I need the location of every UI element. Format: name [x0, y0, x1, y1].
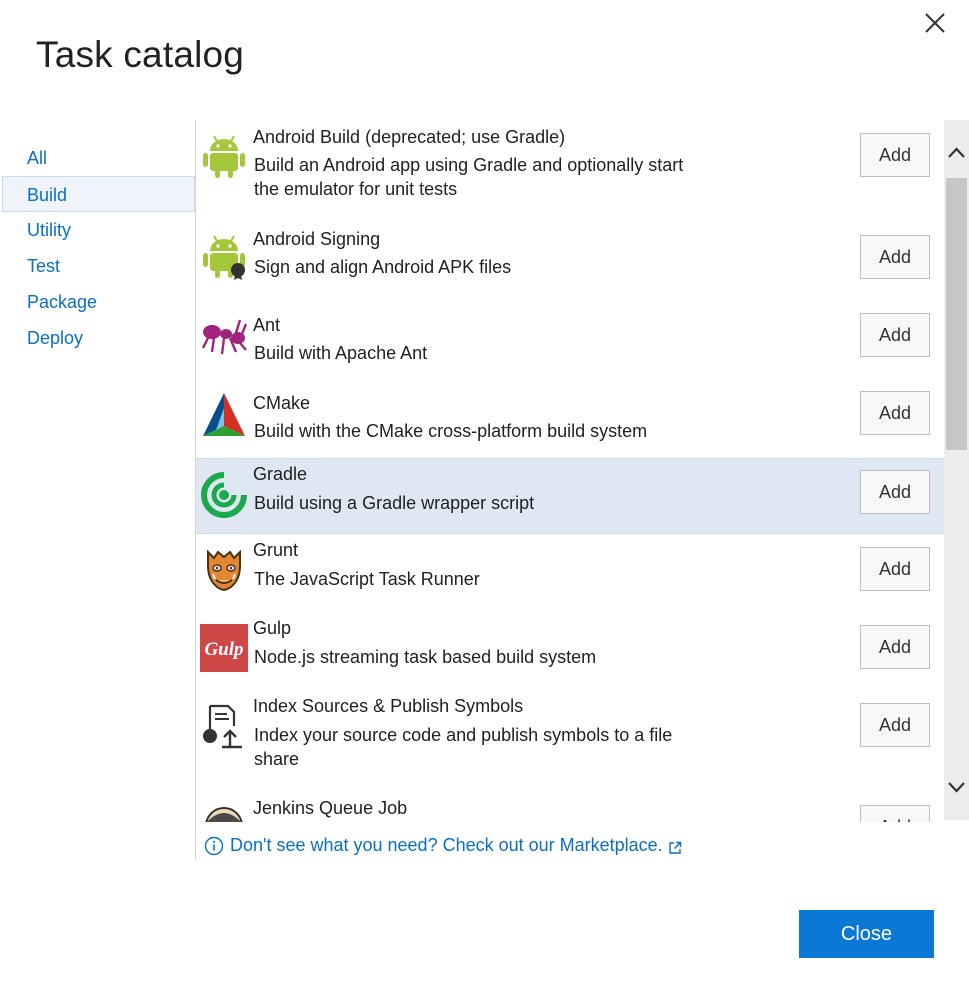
task-name: Jenkins Queue Job: [253, 798, 408, 818]
add-button[interactable]: Add: [860, 313, 930, 357]
marketplace-link-text[interactable]: Don't see what you need? Check out our M…: [230, 835, 663, 856]
scroll-thumb[interactable]: [946, 178, 967, 450]
jenkins-icon: [200, 800, 248, 822]
task-item-gulp[interactable]: Gulp Gulp Node.js streaming task based b…: [196, 612, 944, 690]
task-description: Build an Android app using Gradle and op…: [254, 155, 684, 199]
task-name: Android Build (deprecated; use Gradle): [253, 127, 566, 147]
task-description: Build using a Gradle wrapper script: [254, 493, 535, 513]
task-name: Android Signing: [253, 229, 381, 249]
add-button[interactable]: Add: [860, 133, 930, 177]
task-name: Ant: [253, 315, 281, 335]
task-item-ant[interactable]: Ant Build with Apache Ant Add: [196, 306, 944, 384]
add-button[interactable]: Add: [860, 391, 930, 435]
category-sidebar: All Build Utility Test Package Deploy: [0, 140, 195, 356]
grunt-icon: [200, 546, 248, 594]
add-button[interactable]: Add: [860, 805, 930, 822]
marketplace-link[interactable]: Don't see what you need? Check out our M…: [204, 835, 682, 856]
task-item-android-build[interactable]: Android Build (deprecated; use Gradle) B…: [196, 120, 944, 220]
add-button[interactable]: Add: [860, 235, 930, 279]
task-list: Android Build (deprecated; use Gradle) B…: [196, 120, 944, 822]
add-button[interactable]: Add: [860, 625, 930, 669]
gulp-icon: Gulp: [200, 624, 248, 672]
task-name: Gulp: [253, 618, 292, 638]
task-description: Build with Apache Ant: [254, 343, 428, 363]
dialog-title: Task catalog: [36, 34, 245, 75]
task-description: Sign and align Android APK files: [254, 257, 512, 277]
add-button[interactable]: Add: [860, 703, 930, 747]
task-name: Index Sources & Publish Symbols: [253, 696, 524, 716]
task-name: Grunt: [253, 540, 299, 560]
task-name: Gradle: [253, 464, 308, 484]
scroll-up-icon[interactable]: [944, 142, 969, 164]
task-item-grunt[interactable]: Grunt The JavaScript Task Runner Add: [196, 534, 944, 612]
task-item-index-sources[interactable]: Index Sources & Publish Symbols Index yo…: [196, 690, 944, 790]
task-item-cmake[interactable]: CMake Build with the CMake cross-platfor…: [196, 384, 944, 458]
add-button[interactable]: Add: [860, 547, 930, 591]
category-all[interactable]: All: [0, 140, 195, 176]
add-button[interactable]: Add: [860, 470, 930, 514]
task-item-gradle[interactable]: Gradle Build using a Gradle wrapper scri…: [196, 458, 944, 534]
task-item-jenkins[interactable]: Jenkins Queue Job Add: [196, 790, 944, 822]
category-test[interactable]: Test: [0, 248, 195, 284]
close-icon[interactable]: [922, 10, 948, 36]
gradle-icon: [200, 471, 248, 519]
close-button[interactable]: Close: [799, 910, 934, 958]
task-name: CMake: [253, 393, 311, 413]
task-description: The JavaScript Task Runner: [254, 569, 480, 589]
android-icon: [200, 132, 248, 180]
info-icon: [204, 836, 224, 856]
category-build[interactable]: Build: [2, 176, 195, 212]
cmake-icon: [200, 390, 248, 438]
gulp-icon-text: Gulp: [204, 639, 243, 660]
scroll-down-icon[interactable]: [944, 776, 969, 798]
external-link-icon: [668, 839, 682, 854]
index-sources-icon: [200, 702, 248, 750]
task-item-android-signing[interactable]: Android Signing Sign and align Android A…: [196, 220, 944, 306]
category-package[interactable]: Package: [0, 284, 195, 320]
android-signing-icon: [200, 232, 248, 280]
list-scrollbar[interactable]: [944, 120, 969, 820]
ant-icon: [200, 312, 248, 360]
category-utility[interactable]: Utility: [0, 212, 195, 248]
category-deploy[interactable]: Deploy: [0, 320, 195, 356]
task-description: Index your source code and publish symbo…: [254, 725, 673, 769]
task-description: Node.js streaming task based build syste…: [254, 647, 597, 667]
task-description: Build with the CMake cross-platform buil…: [254, 421, 648, 441]
